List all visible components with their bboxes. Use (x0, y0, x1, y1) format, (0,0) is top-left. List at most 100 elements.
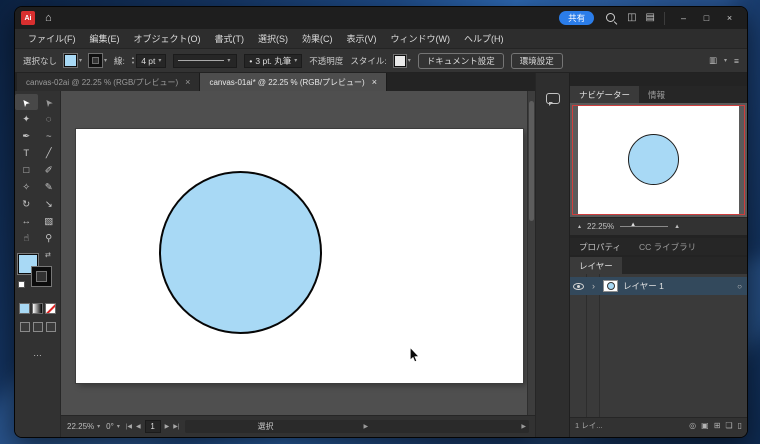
draw-inside-button[interactable] (45, 322, 56, 332)
color-button[interactable] (19, 303, 30, 314)
pencil-tool[interactable]: ✎ (38, 179, 61, 195)
layer-thumbnail[interactable] (603, 280, 618, 292)
style-control[interactable]: ▾ (393, 54, 411, 67)
locate-object-icon[interactable]: ◎ (689, 421, 696, 430)
close-tab-icon[interactable]: × (185, 77, 190, 87)
menu-type[interactable]: 書式(T) (208, 32, 252, 45)
stroke-width-control[interactable]: ▴ ▾ 4 pt ▾ (132, 53, 167, 68)
menu-view[interactable]: 表示(V) (340, 32, 384, 45)
zoom-out-icon[interactable]: ▴ (578, 223, 581, 230)
layer-name[interactable]: レイヤー 1 (623, 280, 664, 292)
layer-row[interactable]: › レイヤー 1 ○ (570, 277, 747, 295)
stroke-color-proxy[interactable] (32, 267, 51, 286)
workspace-switcher-icon[interactable]: ◫ (627, 13, 636, 23)
tab-cc-libraries[interactable]: CC ライブラリ (630, 238, 705, 255)
tab-info[interactable]: 情報 (639, 86, 674, 103)
swap-fill-stroke-icon[interactable]: ⇄ (45, 251, 51, 259)
home-icon[interactable]: ⌂ (45, 12, 52, 24)
brush-dropdown[interactable]: • 3 pt. 丸筆 ▾ (244, 53, 303, 68)
navigator-zoom-slider[interactable]: ▲ (620, 222, 669, 228)
maximize-button[interactable]: □ (695, 7, 718, 29)
chevron-down-icon[interactable]: ▾ (724, 57, 727, 64)
zoom-level-select[interactable]: 22.25% ▾ (67, 422, 100, 431)
paintbrush-tool[interactable]: ✐ (38, 162, 61, 178)
close-button[interactable]: × (718, 7, 741, 29)
menu-edit[interactable]: 編集(E) (83, 32, 127, 45)
zoom-tool[interactable]: ⚲ (38, 230, 61, 246)
width-tool[interactable]: ↔ (15, 213, 38, 229)
panel-options-icon[interactable]: ▥ (709, 55, 717, 66)
menu-select[interactable]: 選択(S) (251, 32, 295, 45)
canvas-pasteboard[interactable] (61, 91, 535, 415)
minimize-button[interactable]: – (672, 7, 695, 29)
curvature-tool[interactable]: ~ (38, 128, 61, 144)
direct-selection-tool[interactable]: ➤ (38, 94, 61, 110)
artboard[interactable] (76, 129, 523, 383)
document-setup-button[interactable]: ドキュメント設定 (417, 52, 504, 69)
line-segment-tool[interactable]: ╱ (38, 145, 61, 161)
horizontal-scrollbar[interactable]: 選択 ▶ ▶ (185, 420, 529, 433)
menu-help[interactable]: ヘルプ(H) (457, 32, 511, 45)
rotate-tool[interactable]: ↻ (15, 196, 38, 212)
document-tab-canvas-01[interactable]: canvas-01ai* @ 22.25 % (RGB/プレビュー) × (200, 73, 387, 91)
magic-wand-tool[interactable]: ✦ (15, 111, 38, 127)
last-artboard-button[interactable]: ▶| (173, 423, 179, 430)
layer-target-icon[interactable]: ○ (737, 282, 742, 291)
status-flyout-arrow-icon[interactable]: ▶ (363, 423, 368, 430)
new-sublayer-icon[interactable]: ⊞ (714, 421, 721, 430)
expand-layer-icon[interactable]: › (587, 281, 600, 291)
type-tool[interactable]: T (15, 145, 38, 161)
stroke-width-field[interactable]: 4 pt ▾ (136, 53, 167, 68)
navigator-preview[interactable] (570, 103, 747, 217)
artboard-number-field[interactable]: 1 (144, 420, 161, 433)
scroll-right-arrow-icon[interactable]: ▶ (521, 423, 526, 430)
document-tab-canvas-02[interactable]: canvas-02ai @ 22.25 % (RGB/プレビュー) × (17, 73, 201, 91)
selection-tool[interactable]: ➤ (15, 94, 38, 110)
new-layer-icon[interactable]: ❏ (725, 421, 732, 430)
rotation-select[interactable]: 0° ▾ (106, 422, 120, 431)
stroke-color-control[interactable]: ▾ (89, 54, 107, 67)
vertical-scrollbar[interactable] (527, 91, 535, 415)
draw-normal-button[interactable] (19, 322, 30, 332)
tab-properties[interactable]: プロパティ (570, 238, 630, 255)
first-artboard-button[interactable]: |◀ (126, 423, 132, 430)
fill-color-control[interactable]: ▾ (64, 54, 82, 67)
gradient-tool[interactable]: ▧ (38, 213, 61, 229)
menu-file[interactable]: ファイル(F) (21, 32, 83, 45)
zoom-slider-thumb[interactable]: ▲ (630, 222, 636, 228)
menu-object[interactable]: オブジェクト(O) (127, 32, 208, 45)
tab-navigator[interactable]: ナビゲーター (570, 86, 640, 103)
delete-layer-icon[interactable]: ▯ (738, 421, 742, 430)
navigator-zoom-field[interactable]: 22.25% (587, 222, 614, 231)
navigator-view-proxy[interactable] (572, 105, 745, 215)
zoom-in-icon[interactable]: ▲ (674, 224, 680, 230)
illustrator-app-icon[interactable]: Ai (21, 11, 35, 25)
opacity-label[interactable]: 不透明度 (309, 55, 343, 67)
comments-icon[interactable] (546, 93, 560, 104)
none-button[interactable] (45, 303, 56, 314)
pen-tool[interactable]: ✒ (15, 128, 38, 144)
tab-layers[interactable]: レイヤー (570, 257, 622, 274)
vertical-scrollbar-thumb[interactable] (529, 101, 534, 221)
draw-behind-button[interactable] (32, 322, 43, 332)
previous-artboard-button[interactable]: ◀ (136, 423, 141, 430)
circle-shape[interactable] (159, 171, 322, 334)
next-artboard-button[interactable]: ▶ (165, 423, 170, 430)
arrange-documents-icon[interactable]: ▤ (646, 13, 655, 23)
close-tab-icon[interactable]: × (372, 77, 377, 87)
share-button[interactable]: 共有 (559, 11, 595, 25)
edit-toolbar-button[interactable]: … (15, 348, 60, 358)
menu-effect[interactable]: 効果(C) (295, 32, 340, 45)
gradient-button[interactable] (32, 303, 43, 314)
lasso-tool[interactable]: ◌ (38, 111, 61, 127)
visibility-toggle[interactable] (570, 282, 587, 290)
width-profile-dropdown[interactable]: ▾ (173, 53, 238, 68)
menu-window[interactable]: ウィンドウ(W) (384, 32, 458, 45)
scale-tool[interactable]: ↘ (38, 196, 61, 212)
rectangle-tool[interactable]: □ (15, 162, 38, 178)
search-icon[interactable] (604, 11, 618, 25)
preferences-button[interactable]: 環境設定 (510, 52, 563, 69)
shaper-tool[interactable]: ✧ (15, 179, 38, 195)
hamburger-menu-icon[interactable]: ≡ (734, 56, 739, 66)
default-fill-stroke-icon[interactable] (18, 281, 25, 288)
